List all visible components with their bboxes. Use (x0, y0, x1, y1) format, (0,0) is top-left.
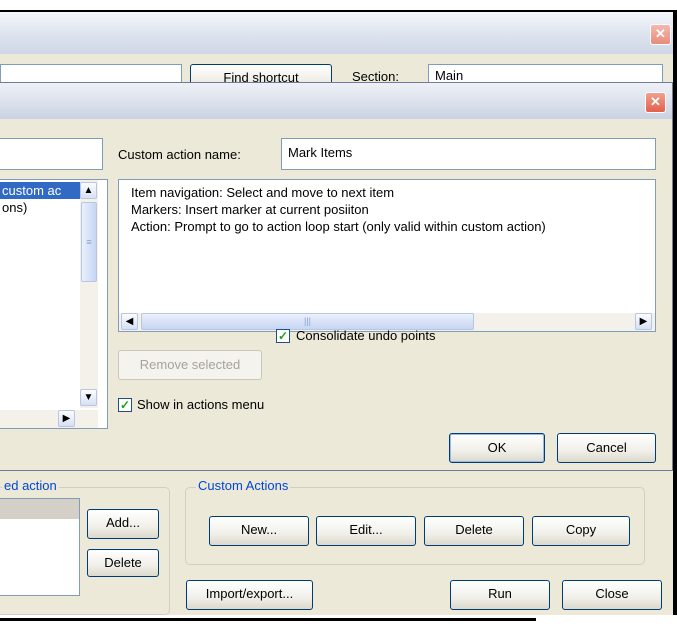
add-button[interactable]: Add... (87, 509, 159, 539)
section-select-value: Main (435, 68, 464, 83)
edit-custom-action-button[interactable]: Edit... (316, 516, 416, 546)
delete-label: Delete (455, 522, 493, 537)
list-item[interactable]: Markers: Insert marker at current posiit… (131, 201, 653, 218)
scroll-right-arrow-icon[interactable]: ▶ (635, 313, 652, 330)
import-export-button[interactable]: Import/export... (186, 580, 313, 610)
custom-actions-legend: Custom Actions (196, 478, 291, 493)
scroll-left-arrow-icon[interactable]: ◀ (121, 313, 138, 330)
checkmark-icon: ✓ (277, 329, 289, 343)
scroll-right-arrow-icon[interactable]: ▶ (58, 410, 75, 427)
dialog-titlebar: ✕ (0, 83, 672, 119)
scroll-down-arrow-icon[interactable]: ▼ (80, 389, 97, 406)
remove-selected-button[interactable]: Remove selected (118, 350, 262, 380)
delete-left-button[interactable]: Delete (87, 549, 159, 577)
selected-action-list[interactable] (0, 498, 80, 596)
checkmark-icon: ✓ (119, 398, 131, 412)
action-steps-list[interactable]: Item navigation: Select and move to next… (118, 179, 656, 332)
custom-action-name-label: Custom action name: (118, 147, 241, 162)
consolidate-undo-checkbox[interactable]: ✓ (276, 329, 290, 343)
scroll-up-arrow-icon[interactable]: ▲ (80, 182, 97, 199)
main-window-titlebar: ✕ (0, 12, 673, 54)
remove-selected-label: Remove selected (139, 357, 241, 372)
horizontal-scrollbar[interactable]: ▶ (0, 410, 98, 428)
cancel-label: Cancel (586, 440, 627, 455)
add-button-label: Add... (106, 515, 140, 530)
window-shadow-edge (0, 618, 536, 621)
vertical-scrollbar[interactable]: ▲ ≡ ▼ (80, 180, 98, 408)
actions-list[interactable]: custom ac ons) ▲ ≡ ▼ ▶ (0, 179, 108, 429)
list-item[interactable]: ons) (0, 199, 80, 216)
run-button[interactable]: Run (450, 580, 550, 610)
scroll-thumb[interactable]: ≡ (81, 202, 97, 282)
list-item[interactable]: custom ac (0, 182, 80, 199)
list-item[interactable] (0, 499, 79, 519)
filter-actions-input[interactable] (0, 138, 103, 170)
show-in-menu-checkbox[interactable]: ✓ (118, 398, 132, 412)
ok-label: OK (487, 440, 507, 455)
import-export-label: Import/export... (205, 586, 294, 601)
close-icon[interactable]: ✕ (650, 24, 671, 45)
close-label: Close (595, 586, 629, 601)
ok-button[interactable]: OK (449, 433, 545, 463)
edit-label: Edit... (349, 522, 383, 537)
copy-label: Copy (565, 522, 597, 537)
close-button[interactable]: Close (562, 580, 662, 610)
close-icon[interactable]: ✕ (645, 92, 666, 113)
run-label: Run (488, 586, 512, 601)
custom-action-name-input[interactable]: Mark Items (281, 138, 656, 170)
delete-custom-action-button[interactable]: Delete (424, 516, 524, 546)
custom-action-name-value: Mark Items (288, 145, 353, 160)
list-item[interactable]: Item navigation: Select and move to next… (131, 184, 653, 201)
list-item[interactable]: Action: Prompt to go to action loop star… (131, 218, 653, 235)
custom-action-dialog: ✕ custom ac ons) ▲ ≡ ▼ ▶ Custom action n… (0, 82, 673, 471)
selected-action-legend: ed action (2, 478, 59, 493)
copy-custom-action-button[interactable]: Copy (532, 516, 630, 546)
new-label: New... (240, 522, 278, 537)
delete-left-label: Delete (104, 555, 142, 570)
cancel-button[interactable]: Cancel (557, 433, 656, 463)
show-in-menu-label: Show in actions menu (137, 397, 265, 412)
consolidate-undo-label: Consolidate undo points (296, 328, 436, 343)
new-custom-action-button[interactable]: New... (209, 516, 309, 546)
